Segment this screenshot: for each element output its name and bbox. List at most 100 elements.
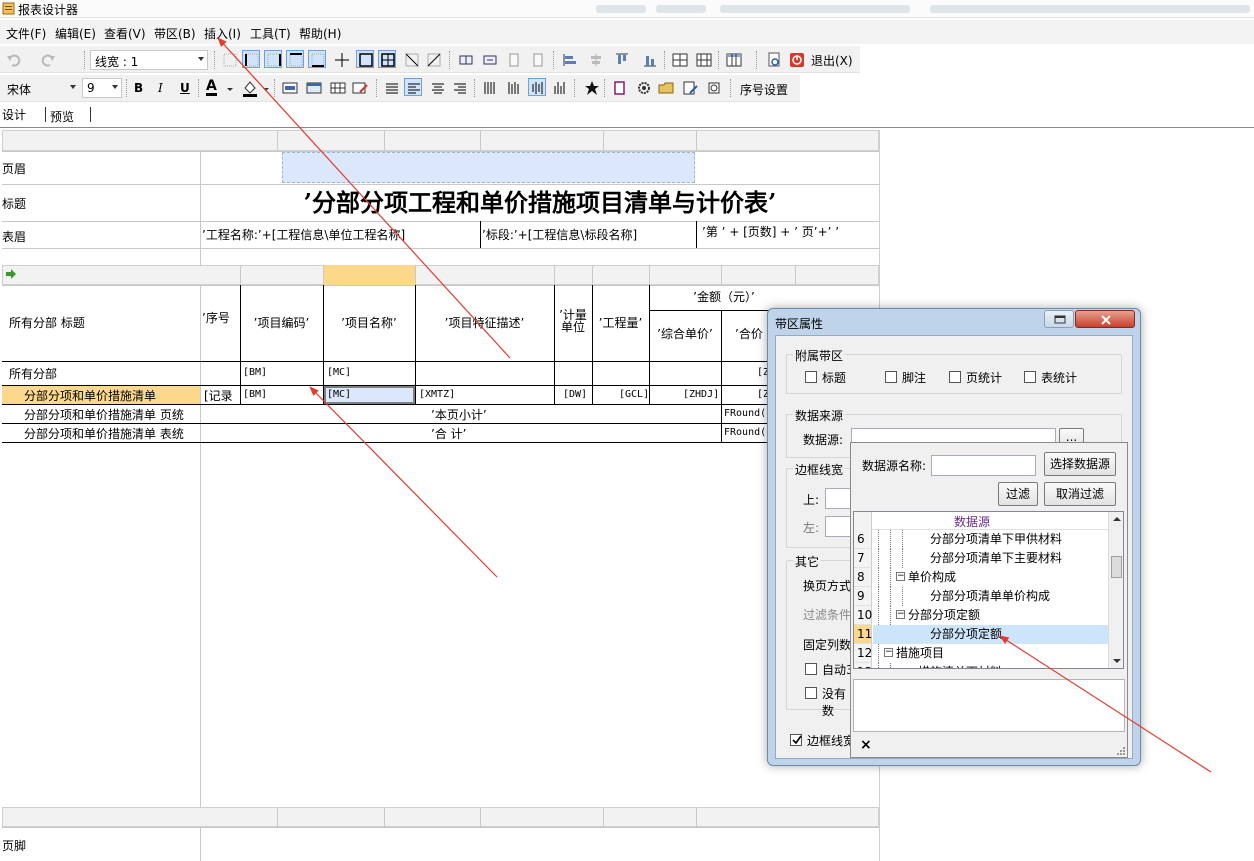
- restore-button[interactable]: [1044, 310, 1074, 328]
- menu-help[interactable]: 帮助(H): [299, 25, 341, 42]
- col-desc[interactable]: ’项目特征描述’: [415, 285, 555, 361]
- report-title[interactable]: ’分部分项工程和单价措施项目清单与计价表’: [201, 184, 879, 221]
- section-cell[interactable]: ’标段:’+[工程信息\标段名称]: [480, 221, 697, 248]
- valign-middle-icon[interactable]: [504, 78, 522, 96]
- print-preview-icon[interactable]: [764, 50, 782, 68]
- delete-col-icon[interactable]: [480, 50, 498, 68]
- band-all-parts-title[interactable]: 所有分部 标题: [9, 314, 85, 331]
- tab-design[interactable]: 设计: [2, 106, 26, 123]
- border-outer-icon[interactable]: [356, 50, 374, 68]
- tree-collapse-icon[interactable]: −: [896, 610, 905, 619]
- gear-icon[interactable]: [634, 78, 652, 96]
- grand-total-fround[interactable]: FRound(: [724, 427, 766, 438]
- tree-row[interactable]: 12 − 措施项目: [854, 644, 1108, 663]
- valign-center-icon[interactable]: [528, 78, 546, 96]
- underline-button[interactable]: U: [180, 81, 190, 95]
- col-qty[interactable]: ’工程量’: [592, 285, 650, 361]
- border-left-icon[interactable]: [242, 50, 260, 68]
- seq-setting-button[interactable]: 序号设置: [740, 81, 788, 98]
- align-center-objects-icon[interactable]: [586, 50, 604, 68]
- insert-row-icon[interactable]: [504, 50, 522, 68]
- band-page-total[interactable]: 分部分项和单价措施清单 页统: [24, 406, 184, 423]
- band-table-total[interactable]: 分部分项和单价措施清单 表统: [24, 425, 184, 442]
- menu-edit[interactable]: 编辑(E): [55, 25, 96, 42]
- folder-icon[interactable]: [656, 78, 674, 96]
- grand-total-label[interactable]: ’合 计’: [431, 425, 466, 442]
- font-name-combo[interactable]: 宋体: [2, 78, 80, 98]
- tree-row[interactable]: 11 分部分项定额: [854, 625, 1108, 644]
- scroll-up-icon[interactable]: [1113, 516, 1121, 522]
- band-page-header[interactable]: 页眉: [2, 160, 26, 177]
- valign-bottom-icon[interactable]: [550, 78, 568, 96]
- bold-button[interactable]: B: [134, 81, 143, 95]
- split-cells-icon[interactable]: [694, 50, 712, 68]
- menu-view[interactable]: 查看(V): [104, 25, 146, 42]
- title-checkbox[interactable]: [805, 371, 817, 383]
- resize-grip-icon[interactable]: [1116, 746, 1126, 756]
- page-subtotal-label[interactable]: ’本页小计’: [431, 406, 487, 423]
- align-center-icon[interactable]: [428, 78, 446, 96]
- auto-checkbox[interactable]: [805, 663, 817, 675]
- page-stat-checkbox[interactable]: [949, 371, 961, 383]
- frame-icon[interactable]: [304, 78, 322, 96]
- edit-format-icon[interactable]: [350, 78, 368, 96]
- tree-collapse-icon[interactable]: −: [896, 572, 905, 581]
- filter-button[interactable]: 过滤: [998, 482, 1038, 506]
- all-parts-code[interactable]: [BM]: [243, 367, 267, 378]
- border-all-icon[interactable]: [378, 50, 396, 68]
- tree-row[interactable]: 13 措施清单下材料: [854, 663, 1108, 668]
- band-part-item[interactable]: 分部分项和单价措施清单: [24, 387, 156, 404]
- border-inner-icon[interactable]: [332, 50, 350, 68]
- chevron-down-icon[interactable]: [262, 87, 270, 93]
- tree-row[interactable]: 6 分部分项清单下甲供材料: [854, 530, 1108, 549]
- select-datasource-button[interactable]: 选择数据源: [1044, 452, 1116, 476]
- fill-color-icon[interactable]: [241, 79, 259, 97]
- tree-row[interactable]: 7 分部分项清单下主要材料: [854, 549, 1108, 568]
- tree-vscrollbar[interactable]: [1108, 512, 1123, 668]
- band-all-parts[interactable]: 所有分部: [9, 365, 57, 382]
- merge-cells-icon[interactable]: [670, 50, 688, 68]
- item-code[interactable]: [BM]: [243, 389, 267, 400]
- scroll-thumb[interactable]: [1111, 556, 1122, 578]
- align-bottom-objects-icon[interactable]: [640, 50, 658, 68]
- align-justify-icon[interactable]: [382, 78, 400, 96]
- cancel-filter-button[interactable]: 取消过滤: [1044, 482, 1116, 506]
- band-table-header[interactable]: 表眉: [2, 228, 26, 245]
- redo-button[interactable]: [38, 50, 56, 68]
- item-seq[interactable]: [记录: [204, 387, 233, 404]
- star-icon[interactable]: [582, 78, 600, 96]
- col-seq[interactable]: ’序号: [200, 285, 241, 361]
- item-desc[interactable]: [XMTZ]: [419, 389, 455, 400]
- grid-icon[interactable]: [328, 78, 346, 96]
- tab-preview[interactable]: 预览: [50, 108, 74, 125]
- all-parts-name[interactable]: [MC]: [327, 367, 351, 378]
- menu-tools[interactable]: 工具(T): [250, 25, 291, 42]
- bottom-border-checkbox[interactable]: [790, 734, 802, 746]
- close-button[interactable]: [1075, 310, 1135, 328]
- font-size-combo[interactable]: 9: [82, 78, 122, 98]
- item-unit-price[interactable]: [ZHDJ]: [683, 389, 719, 400]
- report-edit-icon[interactable]: [680, 78, 698, 96]
- scroll-down-icon[interactable]: [1113, 658, 1121, 664]
- project-name-cell[interactable]: ’工程名称:’+[工程信息\单位工程名称]: [200, 221, 481, 248]
- valign-top-icon[interactable]: [480, 78, 498, 96]
- border-none-icon[interactable]: [220, 50, 238, 68]
- col-code[interactable]: ’项目编码’: [240, 285, 324, 361]
- col-unit-price[interactable]: ’综合单价’: [649, 310, 722, 361]
- col-name[interactable]: ’项目名称’: [323, 285, 416, 361]
- font-color-button[interactable]: A: [206, 79, 217, 96]
- border-bottom-icon[interactable]: [308, 50, 326, 68]
- tree-collapse-icon[interactable]: −: [884, 648, 893, 657]
- no-data-checkbox[interactable]: [805, 687, 817, 699]
- tree-row[interactable]: 9 分部分项清单单价构成: [854, 587, 1108, 606]
- item-qty[interactable]: [GCL]: [619, 389, 649, 400]
- item-unit[interactable]: [DW]: [563, 389, 587, 400]
- exit-button-label[interactable]: 退出(X): [811, 52, 853, 69]
- chevron-down-icon[interactable]: [226, 87, 234, 93]
- footnote-checkbox[interactable]: [885, 371, 897, 383]
- align-right-icon[interactable]: [450, 78, 468, 96]
- menu-insert[interactable]: 插入(I): [204, 25, 241, 42]
- page-number-cell[interactable]: ’第 ’ + [页数] + ’ 页’+’ ’: [696, 221, 879, 248]
- page-subtotal-fround[interactable]: FRound(: [724, 408, 766, 419]
- close-icon[interactable]: ×: [860, 737, 872, 753]
